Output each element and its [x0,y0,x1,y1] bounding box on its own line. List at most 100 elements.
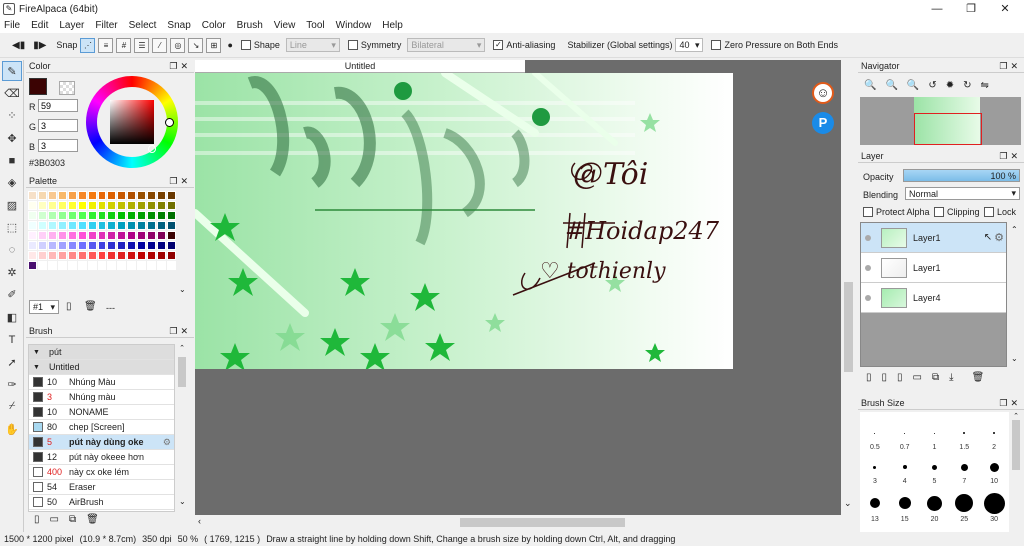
palette-swatch[interactable] [147,241,157,250]
brush-group-row[interactable]: ▼ Untitled [29,360,174,375]
new-folder-icon[interactable]: ▭ [913,372,922,383]
snap-lines-icon[interactable]: ☰ [134,37,150,53]
palette-more[interactable]: --- [106,303,115,313]
palette-swatch[interactable] [87,241,97,250]
brush-item[interactable]: 10 Nhúng Màu [29,375,174,390]
palette-swatch[interactable] [107,241,117,250]
scroll-thumb[interactable] [178,357,186,387]
palette-swatch[interactable] [97,231,107,240]
palette-swatch[interactable] [28,251,37,260]
palette-swatch[interactable] [47,211,57,220]
eyedropper-tool-icon[interactable]: ⌿ [2,397,22,417]
palette-swatch[interactable] [47,251,57,260]
palette-swatch[interactable] [87,221,97,230]
brush-size-option[interactable] [979,462,1009,472]
brush-item[interactable]: 12 pút này okeee hơn [29,450,174,465]
palette-swatch[interactable] [87,231,97,240]
brush-size-option[interactable] [860,498,890,508]
palette-swatch[interactable] [47,241,57,250]
brush-size-option[interactable] [890,465,920,469]
divide-tool-icon[interactable]: ✑ [2,374,22,394]
gradient-tool-icon[interactable]: ▨ [2,195,22,215]
palette-swatch[interactable] [167,261,176,270]
palette-swatch[interactable] [167,251,176,260]
zoom-out-icon[interactable]: 🔍 [885,80,897,91]
brush-size-option[interactable] [920,495,950,511]
brush-size-option[interactable] [949,432,979,434]
new-palette-icon[interactable]: ▯ [66,301,72,312]
panel-float-close-icon[interactable]: ❐✕ [169,326,191,337]
snap-grid-icon[interactable]: # [116,37,132,53]
palette-swatch[interactable] [117,261,127,270]
maximize-button[interactable]: ❐ [954,0,988,18]
palette-swatch[interactable] [157,241,167,250]
zero-pressure-toggle[interactable]: Zero Pressure on Both Ends [711,40,838,50]
saturation-square[interactable] [110,100,154,144]
palette-select[interactable]: #1 ▾ [29,300,59,314]
palette-scroll-down-icon[interactable]: ⌄ [179,285,186,294]
trash-icon[interactable]: 🗑 [86,514,99,525]
drawing-canvas[interactable]: @Tôi #Hoidap247 ♡ tothienly [195,73,733,369]
palette-swatch[interactable] [97,201,107,210]
palette-swatch[interactable] [147,251,157,260]
sub-color-swatch[interactable] [59,81,75,95]
hue-wheel[interactable] [86,76,178,168]
eye-icon[interactable] [861,264,875,271]
palette-swatch[interactable] [147,221,157,230]
rotate-reset-icon[interactable]: ✹ [946,80,954,91]
panel-float-close-icon[interactable]: ❐✕ [999,398,1021,409]
menu-view[interactable]: View [274,20,296,31]
zoom-in-icon[interactable]: 🔍 [864,80,876,91]
palette-swatch[interactable] [57,221,67,230]
brush-item[interactable]: 10 NONAME [29,405,174,420]
horizontal-scrollbar[interactable]: ‹ [195,515,841,529]
rotate-left-icon[interactable]: ↺ [928,80,936,91]
symmetry-checkbox[interactable] [347,40,358,50]
snap-radial-icon[interactable]: ⁄ [152,37,168,53]
scroll-down-icon[interactable]: ⌄ [1011,354,1018,363]
layer-row[interactable]: Layer4 [861,283,1006,313]
palette-swatch[interactable] [57,241,67,250]
navigator-viewport[interactable] [914,113,982,145]
palette-swatch[interactable] [77,191,87,200]
snap-parallel-icon[interactable]: ≡ [98,37,114,53]
canvas-workspace[interactable]: @Tôi #Hoidap247 ♡ tothienly ☺ P [195,60,841,515]
palette-swatch[interactable] [117,221,127,230]
snap-settings-icon[interactable]: ● [227,40,232,50]
palette-swatch[interactable] [97,251,107,260]
palette-swatch[interactable] [157,191,167,200]
lock-checkbox[interactable] [984,207,994,217]
hand-tool-icon[interactable]: ✋ [2,419,22,439]
navigator-preview[interactable] [860,97,1021,145]
palette-swatch[interactable] [87,191,97,200]
opacity-slider[interactable]: 100 % [903,169,1020,182]
palette-swatch[interactable] [147,201,157,210]
palette-swatch[interactable] [67,261,77,270]
palette-swatch[interactable] [77,211,87,220]
panel-float-close-icon[interactable]: ❐✕ [999,151,1021,162]
palette-swatch[interactable] [167,241,176,250]
palette-swatch[interactable] [117,191,127,200]
gear-icon[interactable]: ⚙ [994,231,1004,244]
palette-swatch[interactable] [77,251,87,260]
palette-swatch[interactable] [67,231,77,240]
snap-curve-icon[interactable]: ↘ [188,37,204,53]
palette-swatch[interactable] [117,201,127,210]
shape-select[interactable]: Line ▾ [285,38,340,52]
blending-select[interactable]: Normal ▾ [905,187,1020,200]
dot-tool-icon[interactable]: ⁘ [2,106,22,126]
palette-swatch[interactable] [137,241,147,250]
brush-size-grid[interactable]: 0.5 0.7 1 1.5 2 3 4 5 7 10 13 15 20 25 30 [860,412,1009,532]
h-scroll-thumb[interactable] [460,518,625,527]
palette-swatch[interactable] [47,201,57,210]
hue-picker[interactable] [165,118,174,127]
gear-icon[interactable]: ⚙ [163,437,171,448]
magic-wand-tool-icon[interactable]: ✲ [2,263,22,283]
menu-layer[interactable]: Layer [59,20,84,31]
palette-swatch[interactable] [28,211,37,220]
palette-swatch[interactable] [57,191,67,200]
shape-checkbox[interactable] [240,40,251,50]
palette-swatch[interactable] [97,241,107,250]
palette-swatch[interactable] [47,191,57,200]
palette-swatch[interactable] [28,191,37,200]
